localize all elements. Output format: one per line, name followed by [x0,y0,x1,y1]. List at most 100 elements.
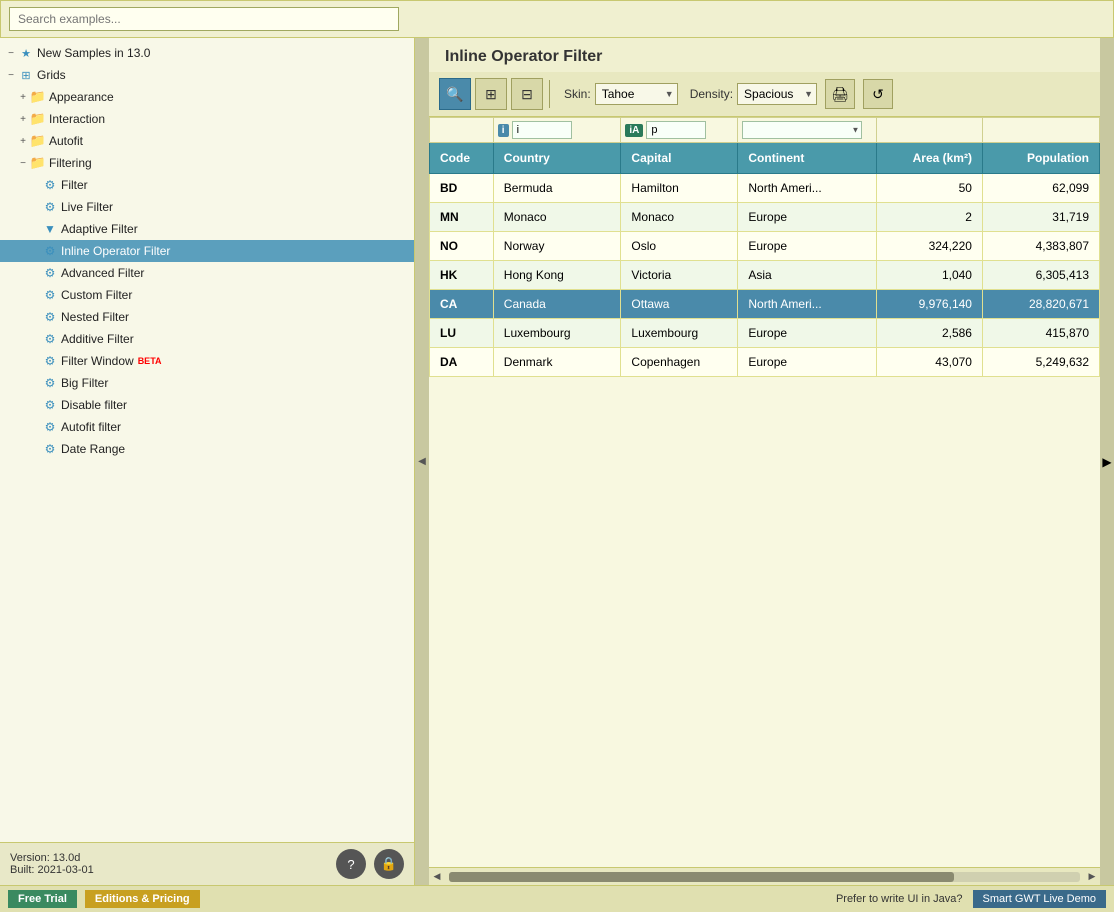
expand-icon [28,244,42,258]
free-trial-button[interactable]: Free Trial [8,890,77,908]
cell-area: 1,040 [876,261,982,290]
filter-input-capital[interactable] [646,121,706,139]
sidebar-item-live-filter[interactable]: ⚙Live Filter [0,196,414,218]
expand-icon [28,442,42,456]
sidebar-item-adaptive-filter[interactable]: ▼Adaptive Filter [0,218,414,240]
sidebar-item-new-samples[interactable]: −★New Samples in 13.0 [0,42,414,64]
expand-icon [28,288,42,302]
sidebar-item-custom-filter[interactable]: ⚙Custom Filter [0,284,414,306]
smart-gwt-button[interactable]: Smart GWT Live Demo [973,890,1107,908]
cell-code: LU [430,319,494,348]
expand-icon [28,266,42,280]
cell-country: Bermuda [493,174,621,203]
col-header-country: Country [493,143,621,174]
cell-capital: Copenhagen [621,348,738,377]
gear-icon: ⚙ [42,353,58,369]
sidebar-item-filter-window[interactable]: ⚙Filter WindowBETA [0,350,414,372]
density-select[interactable]: Spacious Medium Compact [737,83,817,105]
gear-icon: ⚙ [42,309,58,325]
density-select-wrapper: Spacious Medium Compact [737,83,817,105]
cell-population: 415,870 [982,319,1099,348]
sidebar-item-grids[interactable]: −⊞Grids [0,64,414,86]
item-label: Filter Window [61,354,134,368]
bottom-right: Prefer to write UI in Java? Smart GWT Li… [836,890,1106,908]
cell-population: 28,820,671 [982,290,1099,319]
table-row[interactable]: LU Luxembourg Luxembourg Europe 2,586 41… [430,319,1100,348]
expand-icon: + [16,112,30,126]
scroll-right-arrow[interactable]: ▶ [1084,871,1100,882]
expand-toolbar-btn[interactable]: ⊞ [475,78,507,110]
expand-icon: − [4,46,18,60]
col-header-code: Code [430,143,494,174]
item-label: New Samples in 13.0 [37,46,150,60]
cell-capital: Luxembourg [621,319,738,348]
expand-icon: + [16,90,30,104]
col-header-area: Area (km²) [876,143,982,174]
expand-icon [28,420,42,434]
cell-area: 43,070 [876,348,982,377]
refresh-button[interactable]: ↺ [863,79,893,109]
expand-icon: + [16,134,30,148]
help-button[interactable]: ? [336,849,366,879]
scroll-left-arrow[interactable]: ◀ [429,871,445,882]
sidebar-item-autofit-filter[interactable]: ⚙Autofit filter [0,416,414,438]
cell-country: Canada [493,290,621,319]
search-input[interactable] [9,7,399,31]
sidebar-item-inline-operator-filter[interactable]: ⚙Inline Operator Filter [0,240,414,262]
grid-scrollbar-thumb[interactable] [449,872,954,882]
sidebar-item-date-range[interactable]: ⚙Date Range [0,438,414,460]
sidebar-item-filter[interactable]: ⚙Filter [0,174,414,196]
col-header-continent: Continent [738,143,876,174]
print-button[interactable]: 🖨 [825,79,855,109]
cell-code: NO [430,232,494,261]
search-toolbar-btn[interactable]: 🔍 [439,78,471,110]
sidebar-tree: −★New Samples in 13.0−⊞Grids+📁Appearance… [0,38,414,842]
expand-icon [28,398,42,412]
folder-icon: 📁 [30,155,46,171]
grid-scrollbar-track [449,872,1080,882]
filter-cell-country: i [493,118,621,143]
right-collapse-handle[interactable]: ▶ [1100,38,1114,885]
filter-input-country[interactable] [512,121,572,139]
version-text: Version: 13.0d [10,852,94,864]
sidebar-item-interaction[interactable]: +📁Interaction [0,108,414,130]
item-label: Autofit filter [61,420,121,434]
sidebar-item-disable-filter[interactable]: ⚙Disable filter [0,394,414,416]
filter-cell-code [430,118,494,143]
cell-country: Denmark [493,348,621,377]
item-label: Appearance [49,90,114,104]
table-row[interactable]: MN Monaco Monaco Europe 2 31,719 [430,203,1100,232]
table-row[interactable]: CA Canada Ottawa North Ameri... 9,976,14… [430,290,1100,319]
sidebar-item-big-filter[interactable]: ⚙Big Filter [0,372,414,394]
cell-code: BD [430,174,494,203]
sidebar-item-filtering[interactable]: −📁Filtering [0,152,414,174]
sidebar-item-appearance[interactable]: +📁Appearance [0,86,414,108]
sidebar-item-additive-filter[interactable]: ⚙Additive Filter [0,328,414,350]
filter-dropdown-continent[interactable]: North America Europe Asia [742,121,862,139]
grid-scrollbar-area: ◀ ▶ [429,867,1100,885]
skin-select[interactable]: Tahoe Enterprise Stripes Simplicity [595,83,678,105]
sidebar-footer: Version: 13.0d Built: 2021-03-01 ? 🔒 [0,842,414,885]
table-row[interactable]: NO Norway Oslo Europe 324,220 4,383,807 [430,232,1100,261]
table-row[interactable]: HK Hong Kong Victoria Asia 1,040 6,305,4… [430,261,1100,290]
filter-cell-capital: iA [621,118,738,143]
cell-country: Monaco [493,203,621,232]
cell-continent: Europe [738,348,876,377]
sidebar-collapse-handle[interactable]: ◀ [415,38,429,885]
editions-pricing-button[interactable]: Editions & Pricing [85,890,200,908]
filter-icon: ▼ [42,221,58,237]
cell-continent: Europe [738,232,876,261]
table-row[interactable]: BD Bermuda Hamilton North Ameri... 50 62… [430,174,1100,203]
cell-capital: Monaco [621,203,738,232]
collapse-toolbar-btn[interactable]: ⊟ [511,78,543,110]
expand-icon [28,310,42,324]
lock-button[interactable]: 🔒 [374,849,404,879]
sidebar-item-nested-filter[interactable]: ⚙Nested Filter [0,306,414,328]
sidebar-item-advanced-filter[interactable]: ⚙Advanced Filter [0,262,414,284]
item-label: Filter [61,178,88,192]
table-row[interactable]: DA Denmark Copenhagen Europe 43,070 5,24… [430,348,1100,377]
item-label: Advanced Filter [61,266,144,280]
sidebar-item-autofit[interactable]: +📁Autofit [0,130,414,152]
gear-icon: ⚙ [42,375,58,391]
filter-cell-area [876,118,982,143]
